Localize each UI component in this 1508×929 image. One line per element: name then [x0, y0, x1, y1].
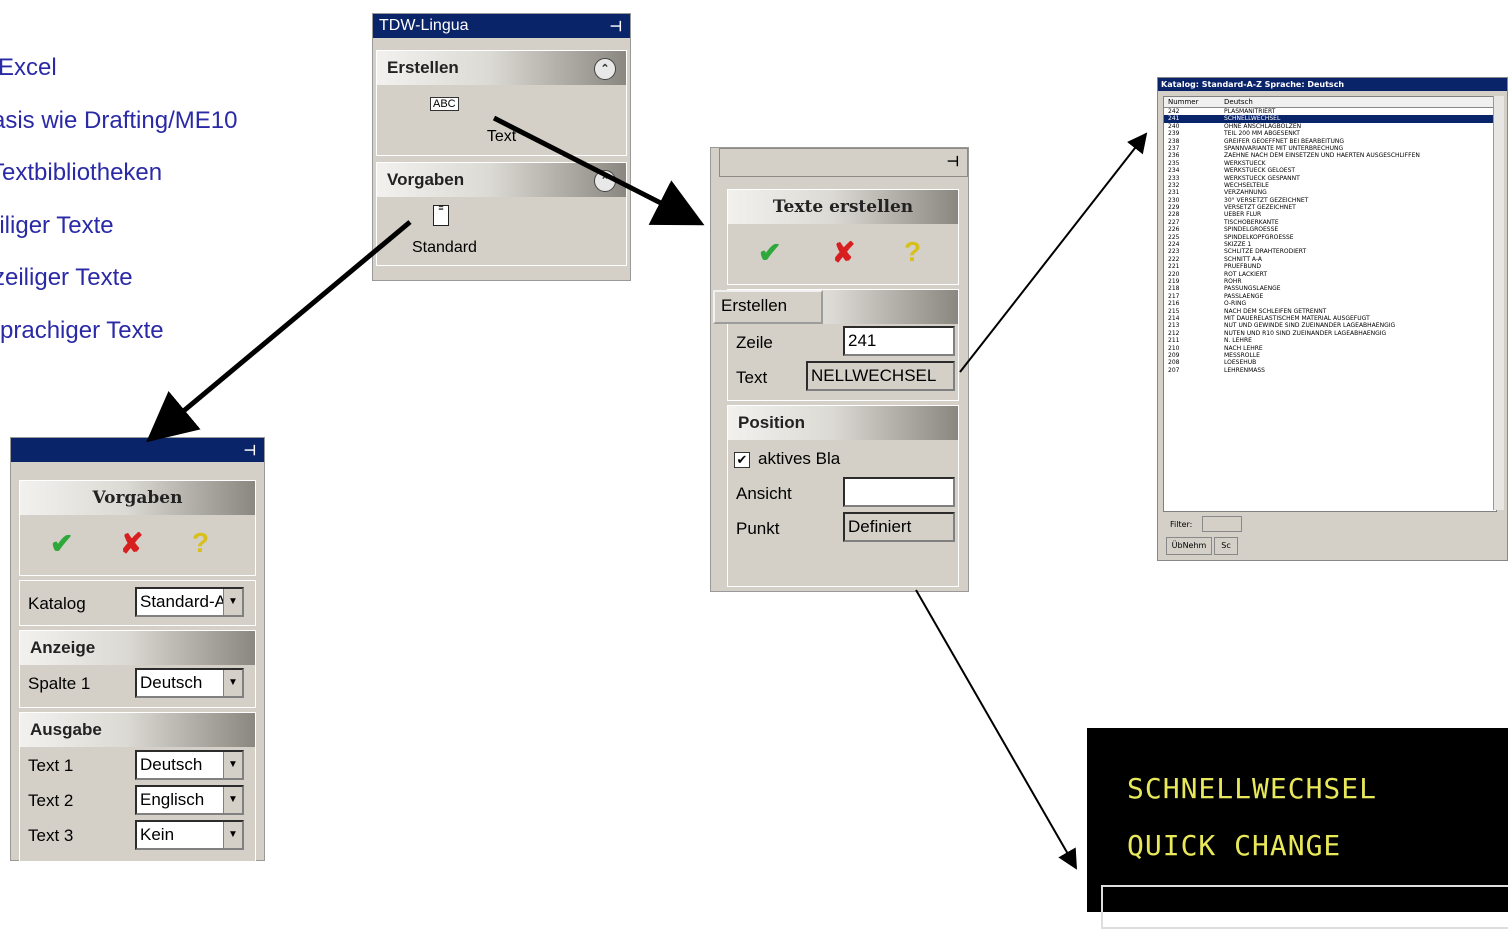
- arrow-erstellen-to-cad: [915, 589, 1077, 870]
- arrow-text-to-catalog: [959, 132, 1148, 373]
- arrow-standard-to-vorgaben: [146, 220, 412, 443]
- annotation-arrows: [146, 115, 1148, 870]
- arrow-text-to-texte: [492, 115, 705, 226]
